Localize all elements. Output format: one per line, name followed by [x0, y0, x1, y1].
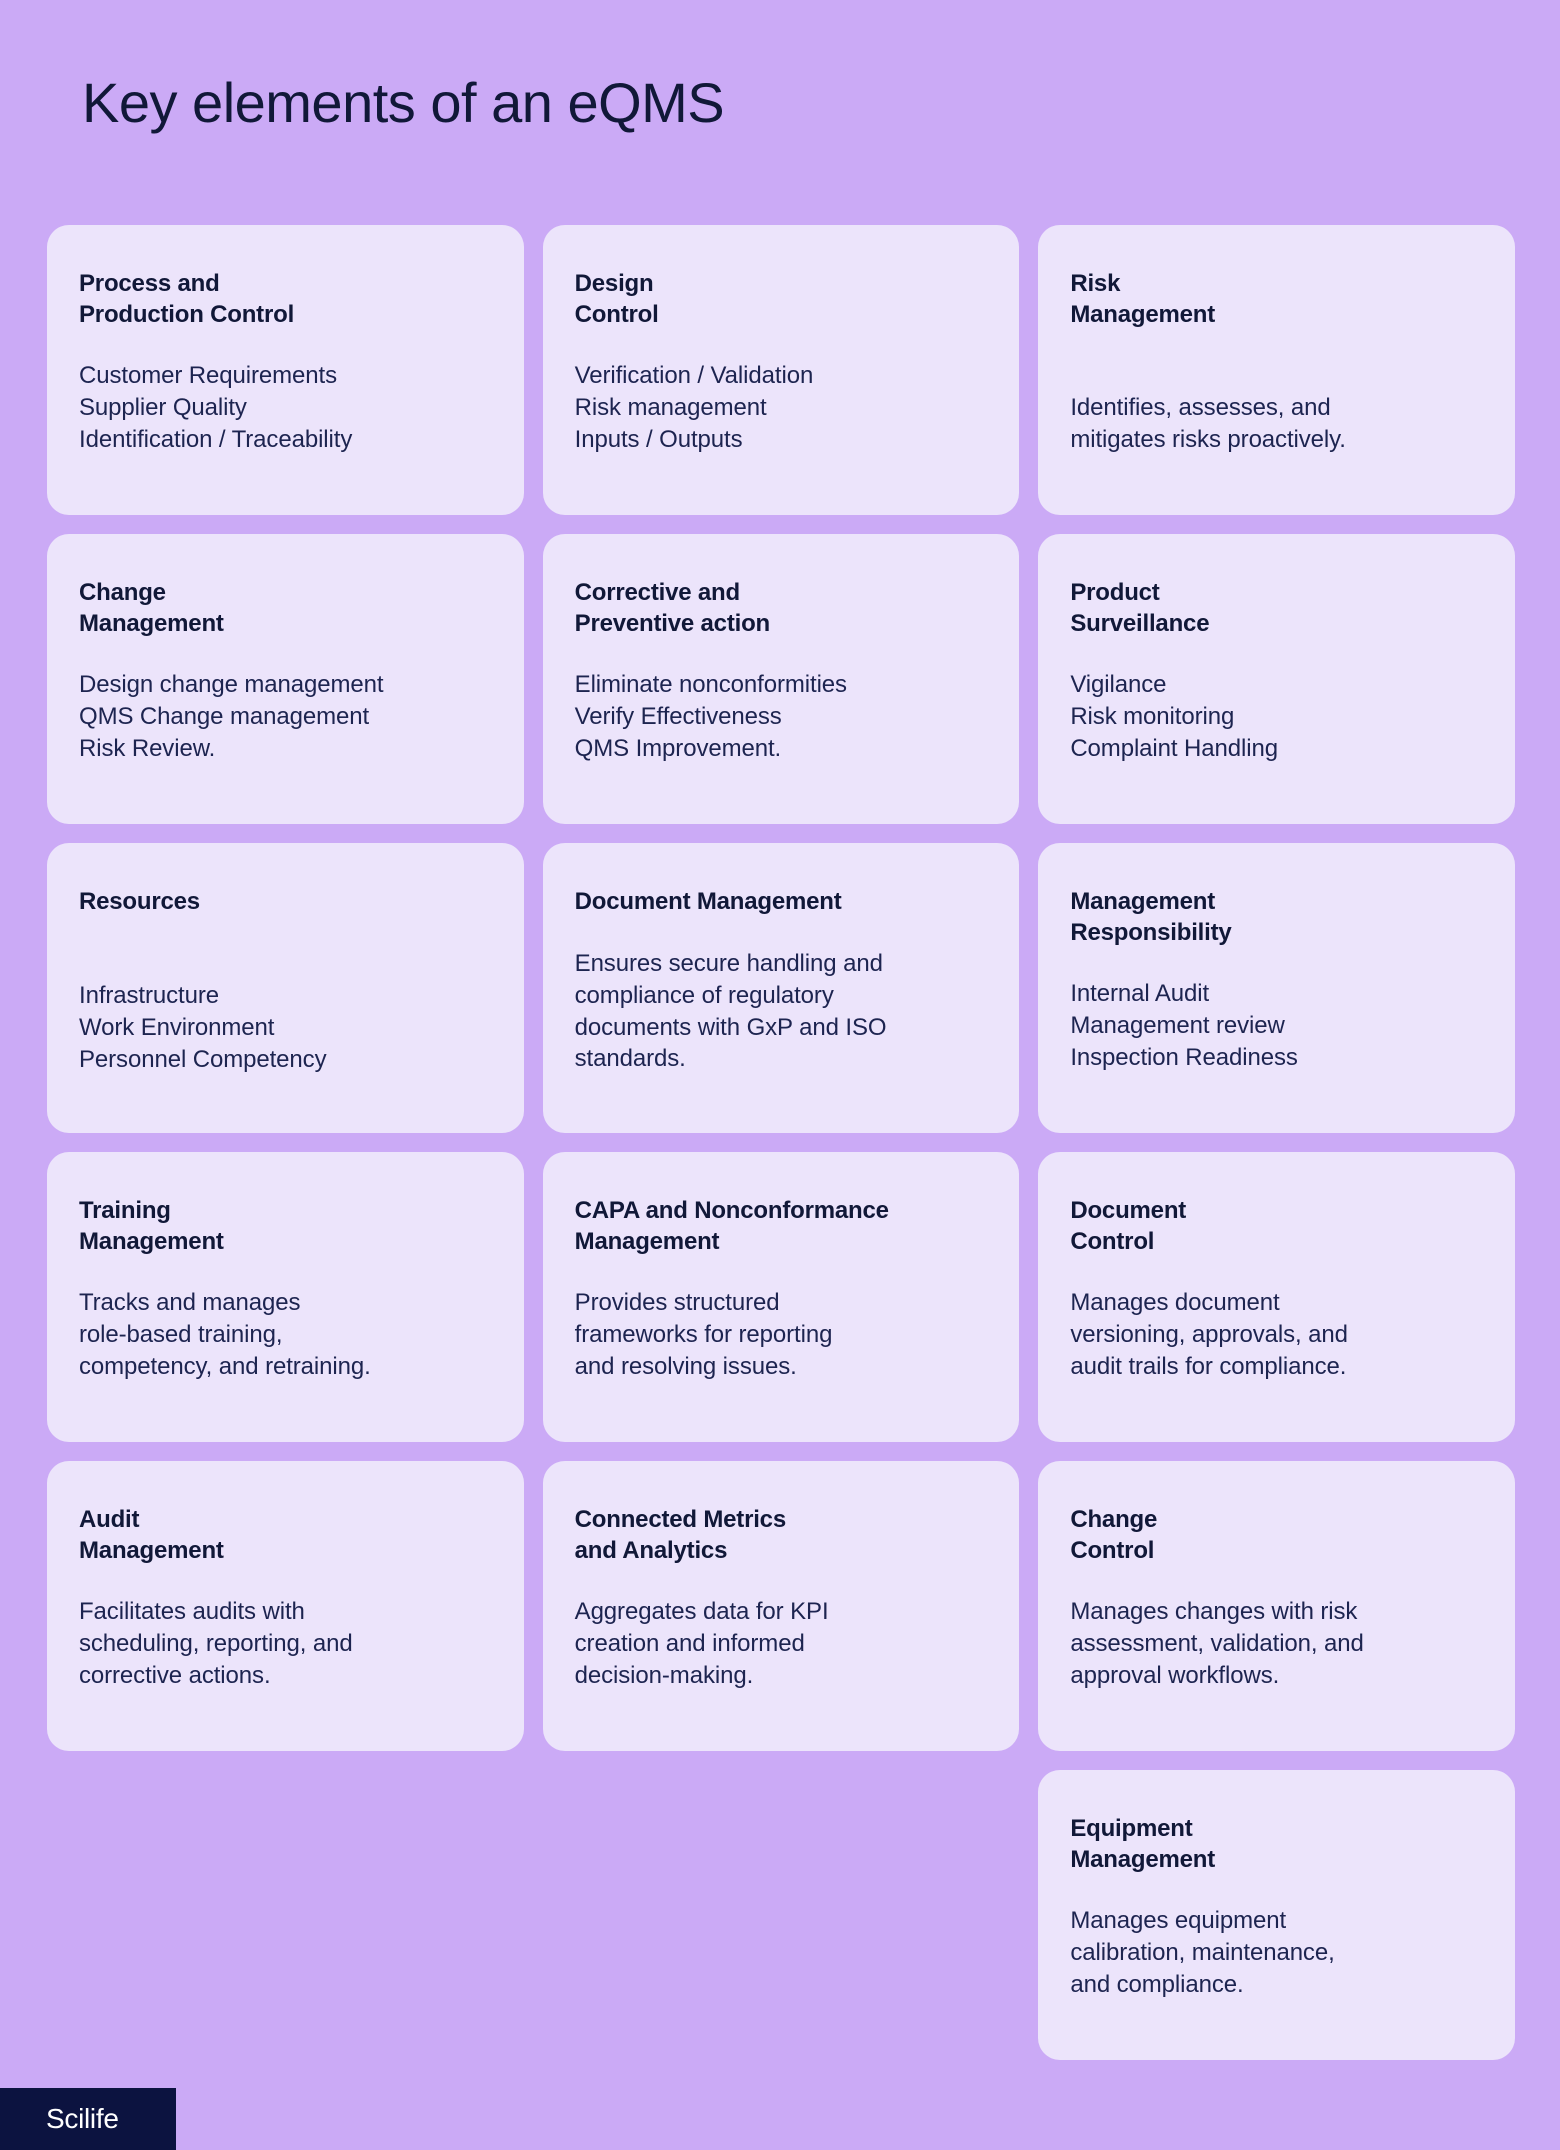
eqms-card-title: Corrective and Preventive action — [574, 579, 771, 637]
eqms-card-body: Vigilance Risk monitoring Complaint Hand… — [1070, 671, 1278, 763]
eqms-card-body: Manages changes with risk assessment, va… — [1070, 1598, 1364, 1690]
eqms-card[interactable]: Document Management Ensures secure handli… — [542, 843, 1020, 1133]
eqms-card-body: Tracks and manages role-based training, … — [79, 1289, 371, 1381]
eqms-card-title: Equipment Management — [1070, 1815, 1216, 1873]
eqms-card-body: Design change management QMS Change mana… — [79, 671, 384, 763]
eqms-card-title: Training Management — [79, 1197, 224, 1255]
eqms-card-body: Aggregates data for KPI creation and inf… — [574, 1598, 829, 1690]
scilife-logo-text: Scilife — [46, 2103, 119, 2134]
eqms-card-title: Management Responsibility — [1070, 888, 1232, 946]
eqms-card-title: Document Management — [574, 888, 842, 915]
eqms-card-title: CAPA and Nonconformance Management — [574, 1197, 889, 1255]
eqms-card-title: Resources — [79, 888, 200, 915]
eqms-card-title: Audit Management — [79, 1506, 224, 1564]
eqms-card[interactable]: Risk Management Identifies, assesses, and… — [1038, 225, 1515, 515]
eqms-card-title: Change Control — [1070, 1506, 1158, 1564]
eqms-card-body: Facilitates audits with scheduling, repo… — [79, 1598, 353, 1690]
eqms-card[interactable]: Audit Management Facilitates audits with … — [47, 1461, 524, 1751]
eqms-card[interactable]: Document Control Manages document version… — [1038, 1152, 1515, 1442]
eqms-card[interactable]: Change Control Manages changes with risk … — [1038, 1461, 1515, 1751]
scilife-logo: Scilife — [0, 2088, 176, 2150]
eqms-card-title: Change Management — [79, 579, 224, 637]
eqms-card-title: Document Control — [1070, 1197, 1187, 1255]
eqms-card[interactable]: Equipment Management Manages equipment ca… — [1038, 1770, 1515, 2060]
page-title: Key elements of an eQMS — [82, 71, 725, 134]
eqms-card[interactable]: Design Control Verification / Validation … — [542, 225, 1020, 515]
eqms-card-body: Manages document versioning, approvals, … — [1070, 1289, 1348, 1381]
eqms-card-body: Ensures secure handling and compliance o… — [574, 949, 887, 1073]
eqms-card-body: Eliminate nonconformities Verify Effecti… — [574, 671, 847, 763]
grid-spacer — [543, 1770, 1020, 2060]
eqms-card[interactable]: Change Management Design change managemen… — [47, 534, 524, 824]
eqms-card-body: Manages equipment calibration, maintenan… — [1070, 1907, 1335, 1999]
eqms-card[interactable]: Management Responsibility Internal Audit … — [1038, 843, 1515, 1133]
eqms-card[interactable]: Training Management Tracks and manages ro… — [47, 1152, 524, 1442]
eqms-card[interactable]: Process and Production Control Customer R… — [47, 225, 524, 515]
eqms-card[interactable]: Corrective and Preventive action Eliminat… — [542, 534, 1020, 824]
eqms-card-title: Risk Management — [1070, 270, 1216, 328]
eqms-card-body: Identifies, assesses, and mitigates risk… — [1070, 394, 1346, 454]
eqms-elements-grid: Process and Production Control Customer R… — [47, 225, 1515, 2060]
eqms-card-body: Verification / Validation Risk managemen… — [574, 362, 814, 454]
eqms-card-title: Design Control — [574, 270, 659, 328]
eqms-card[interactable]: Resources Infrastructure Work Environment… — [47, 843, 524, 1133]
eqms-card-body: Provides structured frameworks for repor… — [574, 1289, 833, 1381]
eqms-card-title: Process and Production Control — [79, 270, 295, 328]
eqms-card-title: Product Surveillance — [1070, 579, 1210, 637]
eqms-card-body: Customer Requirements Supplier Quality I… — [79, 362, 353, 454]
eqms-card-title: Connected Metrics and Analytics — [574, 1506, 787, 1564]
eqms-card[interactable]: Product Surveillance Vigilance Risk monit… — [1038, 534, 1515, 824]
eqms-card-body: Internal Audit Management review Inspect… — [1070, 980, 1298, 1072]
grid-spacer — [47, 1770, 524, 2060]
eqms-card-body: Infrastructure Work Environment Personne… — [79, 981, 327, 1073]
eqms-card[interactable]: CAPA and Nonconformance Management Provid… — [542, 1152, 1020, 1442]
eqms-card[interactable]: Connected Metrics and Analytics Aggregate… — [542, 1461, 1020, 1751]
